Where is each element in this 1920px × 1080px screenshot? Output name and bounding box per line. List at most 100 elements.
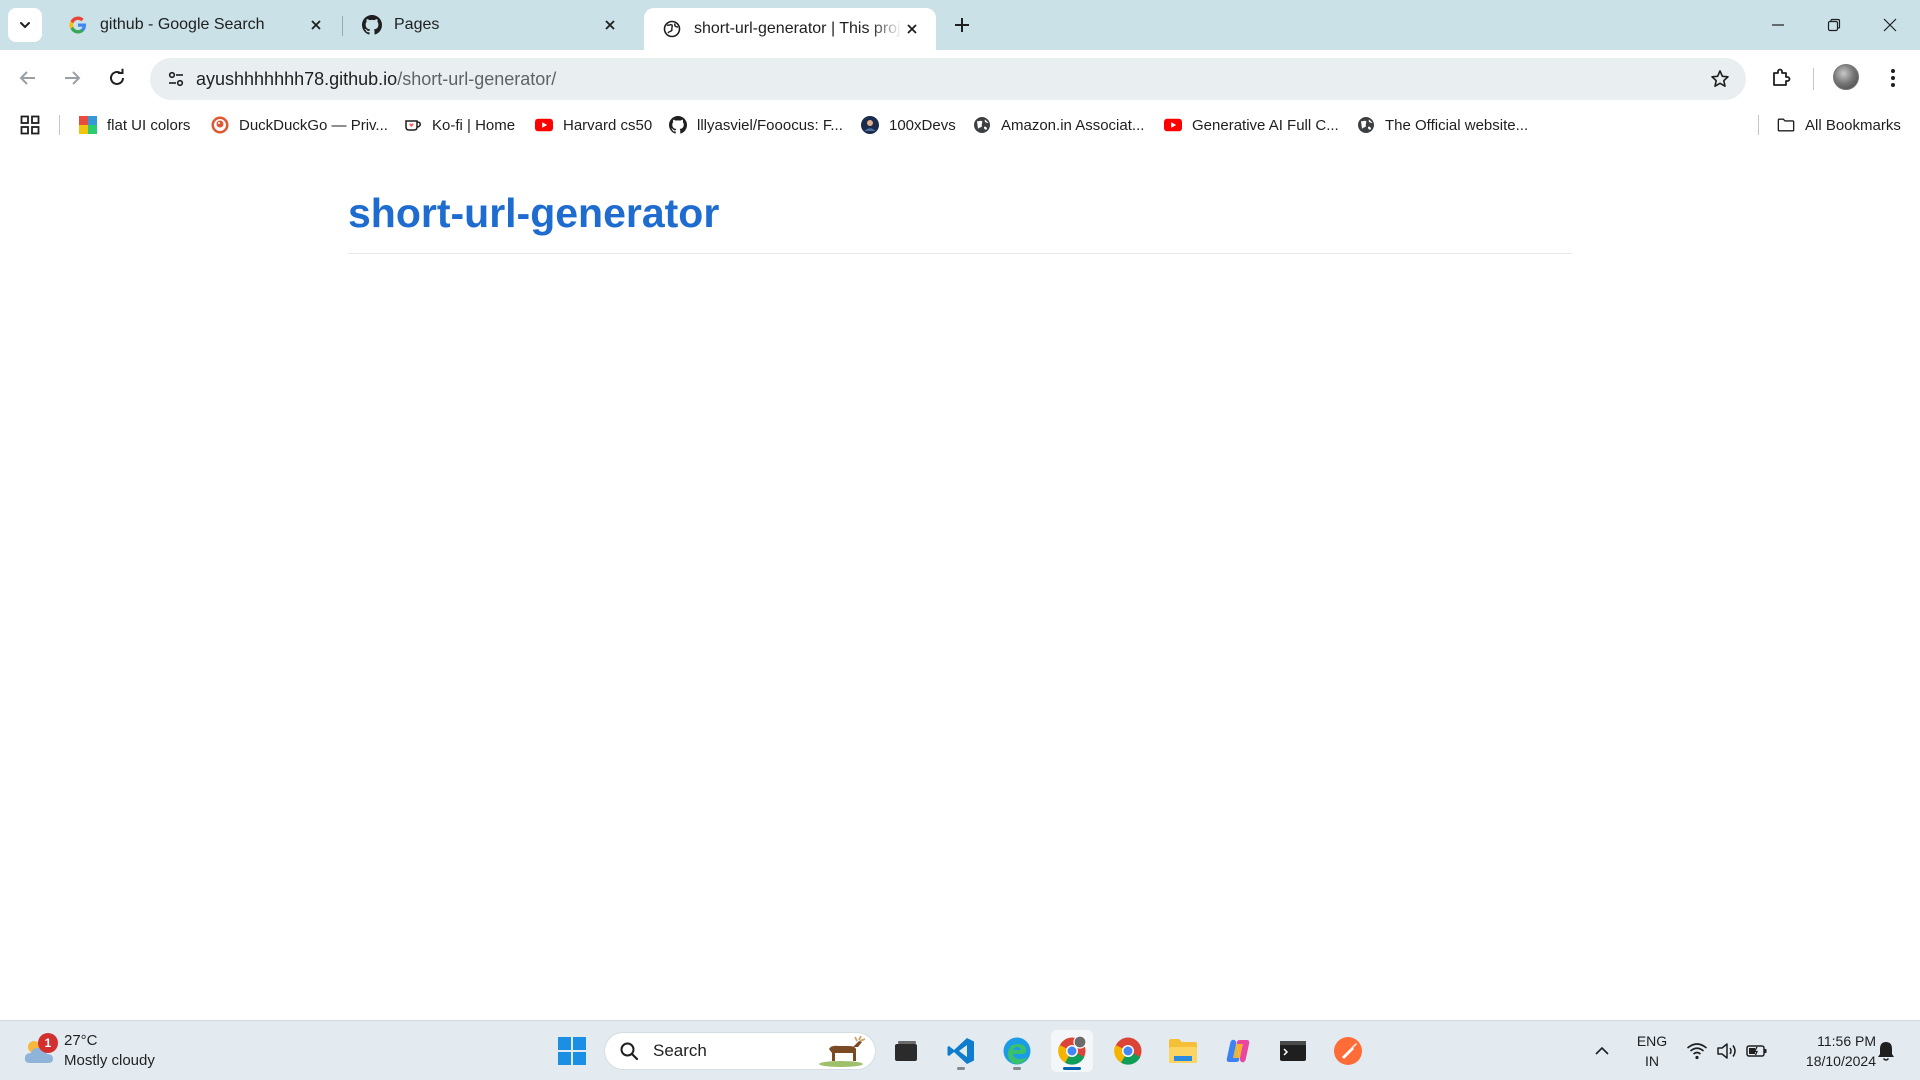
search-highlight-icon — [815, 1035, 867, 1067]
tab-divider — [342, 16, 343, 36]
bookmark-label: All Bookmarks — [1805, 116, 1901, 134]
notification-center-button[interactable] — [1874, 1037, 1898, 1065]
search-label: Search — [653, 1041, 707, 1060]
bookmark-fooocus[interactable]: lllyasviel/Fooocus: F... — [669, 114, 843, 136]
bookmark-duckduckgo[interactable]: DuckDuckGo — Priv... — [211, 114, 388, 136]
address-bar[interactable]: ayushhhhhhh78.github.io/short-url-genera… — [150, 58, 1746, 100]
input-language-indicator[interactable]: ENG IN — [1632, 1031, 1672, 1071]
tab-search-button[interactable] — [8, 8, 42, 42]
bookmark-100xdevs[interactable]: 100xDevs — [861, 114, 956, 136]
url-text: ayushhhhhhh78.github.io/short-url-genera… — [196, 69, 556, 90]
github-icon — [669, 116, 687, 134]
active-indicator — [1063, 1067, 1081, 1070]
header-divider — [348, 253, 1572, 254]
bookmark-star-button[interactable] — [1708, 67, 1732, 91]
running-indicator — [1013, 1067, 1021, 1070]
wifi-icon[interactable] — [1685, 1039, 1709, 1063]
clock-time: 11:56 PM — [1817, 1033, 1876, 1049]
postman-button[interactable] — [1327, 1030, 1369, 1072]
arrow-right-icon — [65, 71, 81, 85]
chevron-down-icon — [20, 22, 30, 29]
bookmark-harvard-cs50[interactable]: Harvard cs50 — [535, 114, 652, 136]
site-info-button[interactable] — [156, 58, 196, 100]
kofi-icon — [404, 116, 422, 134]
profile-avatar[interactable] — [1833, 64, 1859, 90]
page-title[interactable]: short-url-generator — [348, 190, 719, 237]
reload-button[interactable] — [99, 60, 135, 96]
bookmarks-divider — [59, 115, 60, 135]
show-hidden-icons-button[interactable] — [1590, 1039, 1614, 1063]
minimize-icon — [1772, 24, 1784, 26]
menu-button[interactable] — [1877, 62, 1909, 94]
tab-short-url-generator[interactable]: short-url-generator | This project — [644, 8, 936, 50]
tab-pages[interactable]: Pages — [344, 8, 634, 42]
bookmark-generative-ai[interactable]: Generative AI Full C... — [1164, 114, 1339, 136]
more-vert-icon — [1891, 69, 1895, 87]
chrome-profile-icon — [1058, 1036, 1087, 1065]
new-tab-button[interactable] — [948, 11, 976, 39]
weather-condition: Mostly cloudy — [64, 1052, 155, 1069]
close-icon[interactable] — [306, 15, 326, 35]
tab-title: short-url-generator | This project — [694, 20, 902, 37]
google-icon — [68, 15, 88, 35]
windows-start-icon — [558, 1037, 586, 1065]
bookmarks-bar: flat UI colors DuckDuckGo — Priv... Ko-f… — [0, 106, 1920, 144]
bookmark-label: 100xDevs — [889, 116, 956, 134]
100xdevs-icon — [861, 116, 879, 134]
forward-button[interactable] — [54, 60, 90, 96]
tab-google-search[interactable]: github - Google Search — [50, 8, 340, 42]
extensions-button[interactable] — [1765, 62, 1797, 94]
puzzle-icon — [1773, 68, 1791, 86]
file-explorer-button[interactable] — [1162, 1030, 1204, 1072]
bookmark-flat-ui-colors[interactable]: flat UI colors — [79, 114, 190, 136]
vscode-icon — [947, 1038, 974, 1064]
arrow-left-icon — [19, 71, 35, 85]
notification-badge: 1 — [38, 1033, 58, 1053]
tab-strip: github - Google Search Pages short-url-g… — [0, 0, 1920, 50]
youtube-icon — [1164, 116, 1182, 134]
system-clock[interactable]: 11:56 PM 18/10/2024 — [1780, 1031, 1876, 1071]
browser-toolbar: ayushhhhhhh78.github.io/short-url-genera… — [0, 50, 1920, 106]
apps-grid-icon[interactable] — [20, 115, 42, 137]
task-view-button[interactable] — [885, 1030, 927, 1072]
reload-icon — [110, 68, 124, 85]
restore-button[interactable] — [1806, 0, 1862, 50]
bookmark-label: Ko-fi | Home — [432, 116, 516, 134]
bookmark-official-website[interactable]: The Official website... — [1357, 114, 1528, 136]
restore-icon — [1827, 18, 1841, 32]
region-code: IN — [1645, 1053, 1659, 1069]
running-indicator — [957, 1067, 965, 1070]
close-window-button[interactable] — [1862, 0, 1918, 50]
all-bookmarks-button[interactable]: All Bookmarks — [1777, 114, 1901, 136]
postman-icon — [1334, 1037, 1362, 1065]
search-icon — [617, 1039, 641, 1063]
bookmark-label: Harvard cs50 — [563, 116, 653, 134]
tune-icon — [168, 71, 184, 87]
chrome-button[interactable] — [1107, 1030, 1149, 1072]
bookmark-label: flat UI colors — [107, 116, 191, 134]
start-button[interactable] — [551, 1030, 593, 1072]
folder-icon — [1777, 116, 1795, 134]
globe-icon — [973, 116, 991, 134]
bookmark-amazon-associates[interactable]: Amazon.in Associat... — [973, 114, 1144, 136]
bell-icon — [1878, 1040, 1896, 1061]
copilot-button[interactable] — [1217, 1030, 1259, 1072]
chrome-profile-button[interactable] — [1051, 1030, 1093, 1072]
bookmark-kofi[interactable]: Ko-fi | Home — [404, 114, 515, 136]
windows-taskbar: 1 27°C Mostly cloudy Search ENG IN 11:56… — [0, 1020, 1920, 1080]
globe-icon — [662, 19, 682, 39]
close-icon[interactable] — [600, 15, 620, 35]
battery-charging-icon[interactable] — [1745, 1039, 1769, 1063]
language-code: ENG — [1636, 1033, 1668, 1049]
terminal-button[interactable] — [1272, 1030, 1314, 1072]
close-icon[interactable] — [902, 19, 922, 39]
minimize-button[interactable] — [1750, 0, 1806, 50]
edge-button[interactable] — [996, 1030, 1038, 1072]
taskbar-search-box[interactable]: Search — [604, 1032, 876, 1070]
vscode-button[interactable] — [940, 1030, 982, 1072]
weather-widget[interactable]: 1 27°C Mostly cloudy — [20, 1031, 180, 1071]
bookmark-label: Amazon.in Associat... — [1001, 116, 1145, 134]
back-button[interactable] — [10, 60, 46, 96]
volume-icon[interactable] — [1715, 1039, 1739, 1063]
terminal-icon — [1280, 1041, 1306, 1061]
